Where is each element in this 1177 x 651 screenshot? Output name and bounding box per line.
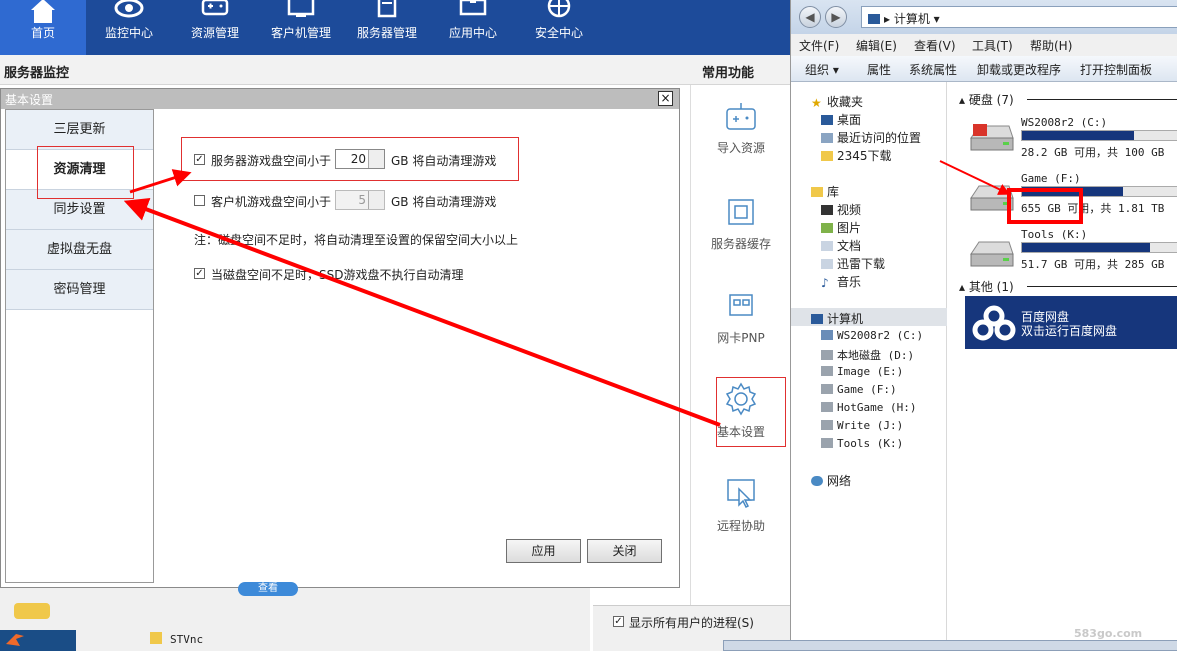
arrow-to-sync-settings: [123, 197, 721, 427]
screen: 首页 监控中心 资源管理 客户机管理 服务器管理 应用中心 安全中心 服务器监控…: [0, 0, 1177, 651]
annotation-arrows: [123, 160, 1011, 427]
arrow-to-server-option: [129, 169, 192, 194]
arrow-to-free-space: [939, 160, 1011, 195]
